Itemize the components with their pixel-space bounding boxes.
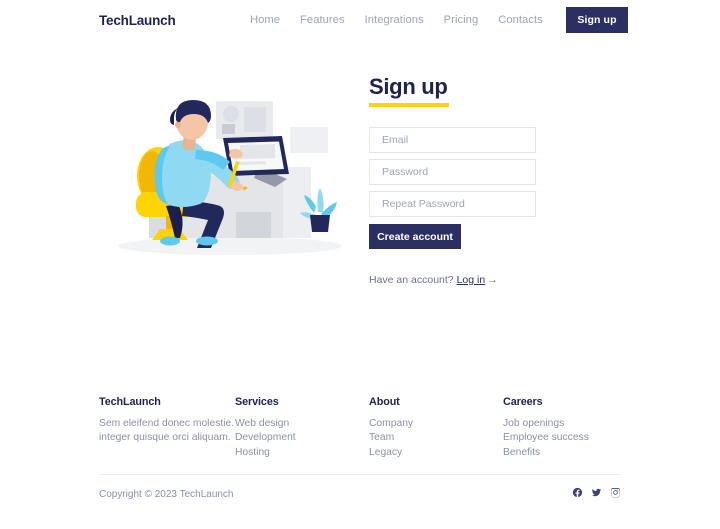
floor-shadow (118, 237, 342, 255)
facebook-icon[interactable] (572, 487, 583, 498)
footer-about-title: About (369, 396, 400, 408)
site-footer: TechLaunch Sem eleifend donec molestie. … (99, 396, 621, 500)
footer-link-legacy[interactable]: Legacy (369, 446, 413, 460)
footer-column-careers: Careers Job openings Employee success Be… (503, 396, 589, 460)
nav-item-home[interactable]: Home (250, 14, 280, 26)
footer-divider (99, 474, 621, 475)
shoe-front (196, 236, 218, 246)
footer-careers-title: Careers (503, 396, 543, 408)
title-underline-accent (369, 103, 449, 107)
email-field[interactable] (369, 127, 536, 153)
repeat-password-field[interactable] (369, 191, 536, 217)
copyright-text: Copyright © 2023 TechLaunch (99, 489, 234, 500)
create-account-button[interactable]: Create account (369, 224, 461, 249)
twitter-icon[interactable] (591, 487, 602, 498)
footer-column-brand: TechLaunch Sem eleifend donec molestie. … (99, 396, 244, 445)
footer-brand-title: TechLaunch (99, 396, 161, 408)
header-signup-button[interactable]: Sign up (566, 7, 628, 33)
signup-form: Sign up Create account Have an account? … (369, 74, 569, 286)
signup-illustration (112, 88, 356, 260)
footer-services-title: Services (235, 396, 279, 408)
shoe-back (160, 236, 180, 246)
footer-columns: TechLaunch Sem eleifend donec molestie. … (99, 396, 621, 466)
footer-link-web-design[interactable]: Web design (235, 417, 296, 431)
footer-link-development[interactable]: Development (235, 431, 296, 445)
footer-column-about: About Company Team Legacy (369, 396, 413, 460)
footer-link-hosting[interactable]: Hosting (235, 446, 296, 460)
footer-brand-description: Sem eleifend donec molestie. integer qui… (99, 417, 244, 445)
login-link[interactable]: Log in (457, 274, 486, 286)
have-account-label: Have an account? (369, 274, 454, 286)
have-account-row: Have an account? Log in → (369, 274, 498, 286)
nav-item-features[interactable]: Features (300, 14, 345, 26)
footer-link-benefits[interactable]: Benefits (503, 446, 589, 460)
social-links (572, 487, 621, 498)
main-navigation: Home Features Integrations Pricing Conta… (250, 14, 543, 26)
footer-brand-desc-line2: integer quisque orci aliquam. (99, 432, 231, 443)
password-field[interactable] (369, 159, 536, 185)
footer-link-employee-success[interactable]: Employee success (503, 431, 589, 445)
nav-item-integrations[interactable]: Integrations (365, 14, 424, 26)
site-header: TechLaunch Home Features Integrations Pr… (0, 0, 720, 48)
footer-link-team[interactable]: Team (369, 431, 413, 445)
page-title: Sign up (369, 74, 448, 99)
nav-item-pricing[interactable]: Pricing (444, 14, 479, 26)
footer-link-job-openings[interactable]: Job openings (503, 417, 589, 431)
footer-column-services: Services Web design Development Hosting (235, 396, 296, 460)
nav-item-contacts[interactable]: Contacts (498, 14, 543, 26)
footer-link-company[interactable]: Company (369, 417, 413, 431)
signup-page: TechLaunch Home Features Integrations Pr… (0, 0, 720, 529)
arrow-right-icon: → (487, 274, 498, 286)
brand-logo[interactable]: TechLaunch (99, 13, 176, 28)
footer-brand-desc-line1: Sem eleifend donec molestie. (99, 418, 235, 429)
instagram-icon[interactable] (610, 487, 621, 498)
